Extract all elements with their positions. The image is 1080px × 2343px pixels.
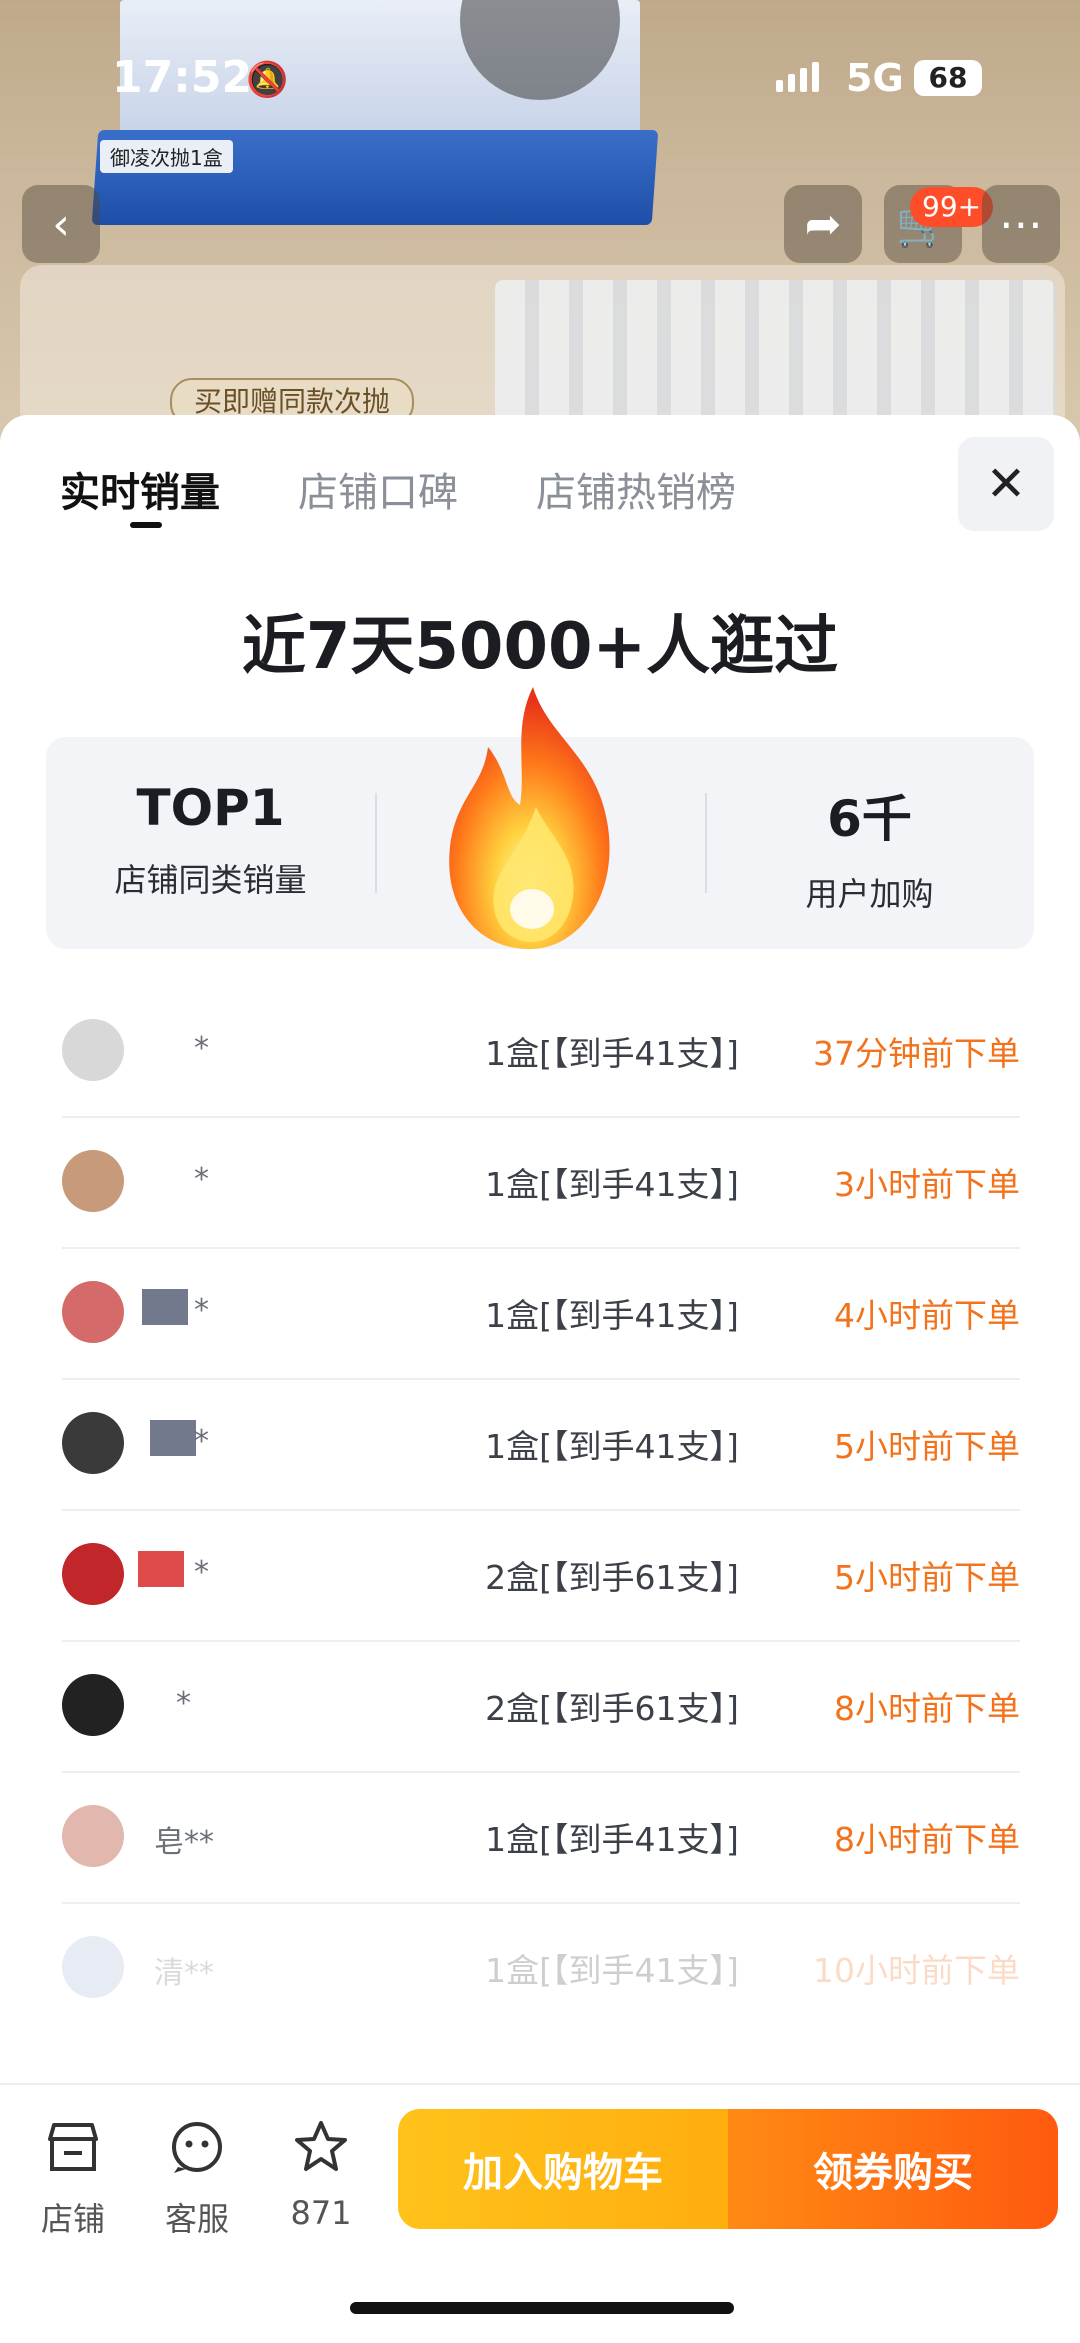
list-item: * 2盒[【到手61支】] 8小时前下单 xyxy=(62,1642,1020,1773)
sales-sheet: 实时销量 店铺口碑 店铺热销榜 ✕ 近7天5000+人逛过 TOP1 店铺同类销… xyxy=(0,415,1080,2341)
list-item: * 2盒[【到手61支】] 5小时前下单 xyxy=(62,1511,1020,1642)
avatar xyxy=(62,1281,124,1343)
share-icon: ➦ xyxy=(804,198,842,250)
cell-signal-icon xyxy=(776,62,819,92)
stat-add-to-cart: 6千 用户加购 xyxy=(705,737,1034,949)
close-icon: ✕ xyxy=(985,456,1027,512)
buyer-name: * xyxy=(194,1162,209,1197)
order-quantity: 1盒[【到手41支】] xyxy=(485,1165,739,1204)
order-quantity: 1盒[【到手41支】] xyxy=(485,1820,739,1859)
share-button[interactable]: ➦ xyxy=(784,185,862,263)
list-item: * 1盒[【到手41支】] 37分钟前下单 xyxy=(62,987,1020,1118)
avatar xyxy=(62,1019,124,1081)
back-button[interactable]: ‹ xyxy=(22,185,100,263)
tab-realtime-sales[interactable]: 实时销量 xyxy=(60,460,220,528)
order-time: 5小时前下单 xyxy=(834,1558,1020,1597)
status-bar: 17:52 🔕 5G 68 xyxy=(0,0,1080,150)
order-quantity: 2盒[【到手61支】] xyxy=(485,1689,739,1728)
cart-count-badge: 99+ xyxy=(910,187,994,227)
buyer-name: * xyxy=(194,1293,209,1328)
masked-name xyxy=(142,1289,188,1325)
order-time: 8小时前下单 xyxy=(834,1820,1020,1859)
order-time: 10小时前下单 xyxy=(813,1951,1020,1990)
fire-icon xyxy=(449,687,610,950)
home-indicator xyxy=(350,2302,734,2314)
masked-name xyxy=(150,1420,196,1456)
masked-name xyxy=(138,1551,184,1587)
avatar xyxy=(62,1412,124,1474)
avatar xyxy=(62,1674,124,1736)
order-quantity: 2盒[【到手61支】] xyxy=(485,1558,739,1597)
service-label: 客服 xyxy=(164,2200,229,2238)
tab-store-bestsellers[interactable]: 店铺热销榜 xyxy=(536,460,736,518)
more-dots-icon: ⋯ xyxy=(999,198,1043,250)
order-list: * 1盒[【到手41支】] 37分钟前下单 * 1盒[【到手41支】] 3小时前… xyxy=(62,987,1020,2033)
order-time: 5小时前下单 xyxy=(834,1427,1020,1466)
avatar xyxy=(62,1150,124,1212)
stat-label: 用户加购 xyxy=(805,875,934,913)
order-time: 37分钟前下单 xyxy=(813,1034,1020,1073)
star-icon xyxy=(276,2119,366,2188)
buyer-name: 清** xyxy=(154,1956,214,1991)
stat-value: 6千 xyxy=(827,790,912,848)
buyer-name: * xyxy=(194,1555,209,1590)
close-button[interactable]: ✕ xyxy=(958,437,1054,531)
order-time: 4小时前下单 xyxy=(834,1296,1020,1335)
avatar xyxy=(62,1805,124,1867)
buyer-name: * xyxy=(176,1686,191,1721)
stat-label: 店铺同类销量 xyxy=(114,861,307,899)
battery-indicator: 68 xyxy=(914,60,982,96)
stat-value: TOP1 xyxy=(136,779,285,837)
order-quantity: 1盒[【到手41支】] xyxy=(485,1951,739,1990)
list-item: 清** 1盒[【到手41支】] 10小时前下单 xyxy=(62,1904,1020,2033)
order-quantity: 1盒[【到手41支】] xyxy=(485,1034,739,1073)
chevron-left-icon: ‹ xyxy=(52,198,70,250)
order-time: 8小时前下单 xyxy=(834,1689,1020,1728)
bell-muted-icon: 🔕 xyxy=(246,60,289,100)
buyer-name: * xyxy=(194,1031,209,1066)
network-type: 5G xyxy=(846,56,904,100)
avatar xyxy=(62,1936,124,1998)
store-label: 店铺 xyxy=(40,2200,105,2238)
store-icon xyxy=(28,2119,118,2188)
add-to-cart-button[interactable]: 加入购物车 xyxy=(398,2109,728,2229)
sheet-tabs: 实时销量 店铺口碑 店铺热销榜 xyxy=(60,460,814,528)
status-time: 17:52 xyxy=(112,52,253,103)
store-button[interactable]: 店铺 xyxy=(28,2119,118,2240)
order-quantity: 1盒[【到手41支】] xyxy=(485,1296,739,1335)
list-item: * 1盒[【到手41支】] 3小时前下单 xyxy=(62,1118,1020,1249)
order-time: 3小时前下单 xyxy=(834,1165,1020,1204)
avatar xyxy=(62,1543,124,1605)
list-item: 皂** 1盒[【到手41支】] 8小时前下单 xyxy=(62,1773,1020,1904)
chat-face-icon xyxy=(152,2119,242,2188)
list-item: * 1盒[【到手41支】] 4小时前下单 xyxy=(62,1249,1020,1380)
buyer-name: * xyxy=(194,1424,209,1459)
buyer-name: 皂** xyxy=(154,1825,214,1860)
order-quantity: 1盒[【到手41支】] xyxy=(485,1427,739,1466)
stat-category-rank: TOP1 店铺同类销量 xyxy=(46,737,375,949)
favorite-count: 871 xyxy=(290,2194,352,2232)
list-item: * 1盒[【到手41支】] 5小时前下单 xyxy=(62,1380,1020,1511)
customer-service-button[interactable]: 客服 xyxy=(152,2119,242,2240)
more-button[interactable]: ⋯ xyxy=(982,185,1060,263)
coupon-buy-button[interactable]: 领券购买 xyxy=(728,2109,1058,2229)
visit-headline: 近7天5000+人逛过 xyxy=(241,610,839,684)
favorite-button[interactable]: 871 xyxy=(276,2119,366,2232)
tab-store-reputation[interactable]: 店铺口碑 xyxy=(298,460,458,518)
